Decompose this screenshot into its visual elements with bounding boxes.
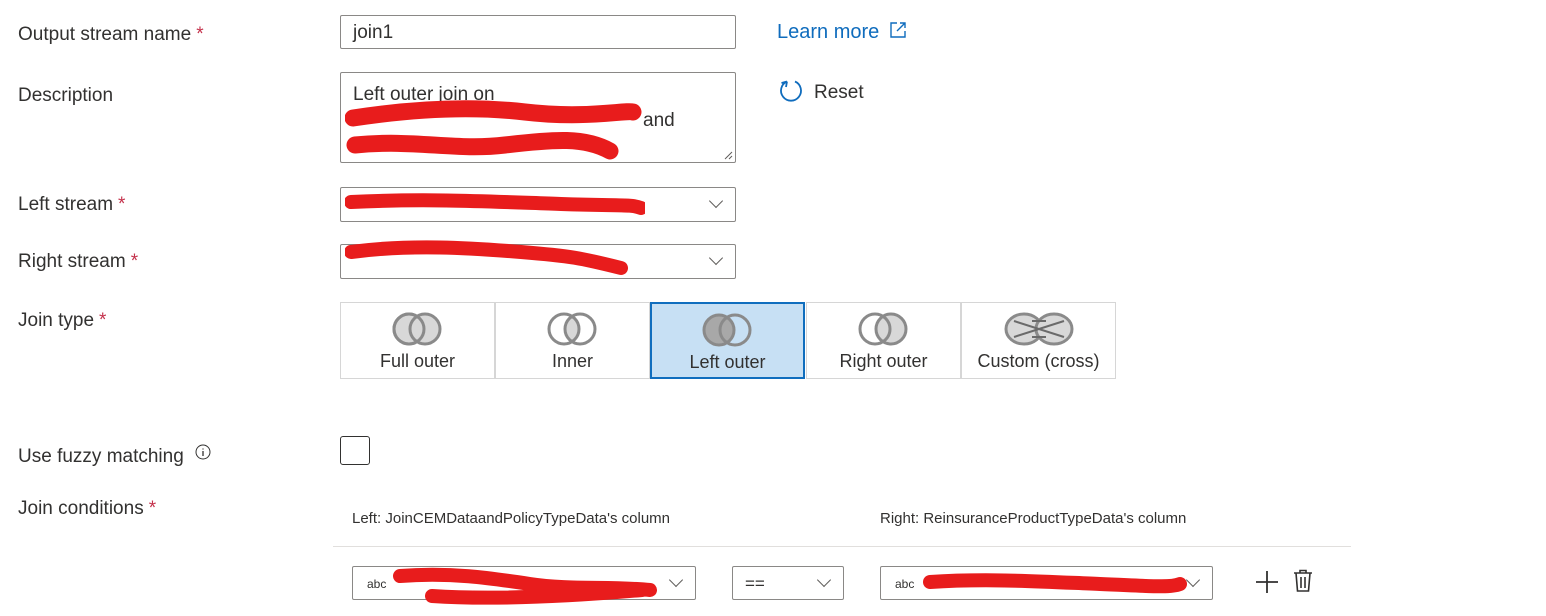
fuzzy-matching-checkbox[interactable] (340, 436, 370, 465)
left-stream-dropdown[interactable] (340, 187, 736, 222)
reset-button[interactable]: Reset (778, 78, 864, 104)
join-type-inner[interactable]: Inner (495, 302, 650, 379)
description-label: Description (18, 85, 114, 106)
left-column-header: Left: JoinCEMDataandPolicyTypeData's col… (352, 510, 671, 527)
join-type-label: Join type * (18, 310, 107, 331)
inner-join-icon (547, 312, 596, 346)
right-stream-dropdown[interactable] (340, 244, 736, 279)
join-conditions-label: Join conditions * (18, 498, 157, 519)
right-column-dropdown[interactable]: abc (880, 566, 1213, 600)
left-stream-label: Left stream * (18, 194, 126, 215)
full-outer-join-icon (392, 312, 441, 346)
chevron-down-icon (816, 572, 832, 588)
join-type-custom-cross[interactable]: Custom (cross) (961, 302, 1116, 379)
external-link-icon (890, 22, 906, 38)
join-type-left-outer[interactable]: Left outer (650, 302, 805, 379)
info-icon[interactable] (195, 444, 211, 460)
description-line: and (643, 110, 675, 131)
description-textarea[interactable]: Left outer join on and (340, 72, 736, 163)
output-stream-name-input[interactable]: join1 (340, 15, 736, 49)
output-stream-name-label: Output stream name * (18, 24, 204, 45)
chevron-down-icon (1185, 572, 1201, 588)
operator-dropdown[interactable]: == (732, 566, 844, 600)
add-icon[interactable] (1255, 570, 1279, 594)
string-type-badge: abc (895, 577, 915, 591)
chevron-down-icon (708, 250, 724, 266)
resize-grip-icon[interactable] (723, 150, 733, 160)
right-outer-join-icon (858, 312, 907, 346)
right-column-header: Right: ReinsuranceProductTypeData's colu… (880, 510, 1187, 527)
left-column-dropdown[interactable]: abc (352, 566, 696, 600)
cross-join-icon (1004, 312, 1073, 346)
delete-icon[interactable] (1293, 569, 1313, 593)
fuzzy-matching-label: Use fuzzy matching (18, 444, 211, 468)
string-type-badge: abc (367, 577, 387, 591)
join-type-full-outer[interactable]: Full outer (340, 302, 495, 379)
left-outer-join-icon (702, 313, 751, 347)
right-stream-label: Right stream * (18, 251, 139, 272)
description-line: Left outer join on (353, 84, 495, 105)
chevron-down-icon (668, 572, 684, 588)
learn-more-link[interactable]: Learn more (777, 21, 907, 44)
divider (333, 546, 1351, 547)
refresh-icon (780, 80, 802, 102)
join-type-right-outer[interactable]: Right outer (806, 302, 961, 379)
chevron-down-icon (708, 193, 724, 209)
